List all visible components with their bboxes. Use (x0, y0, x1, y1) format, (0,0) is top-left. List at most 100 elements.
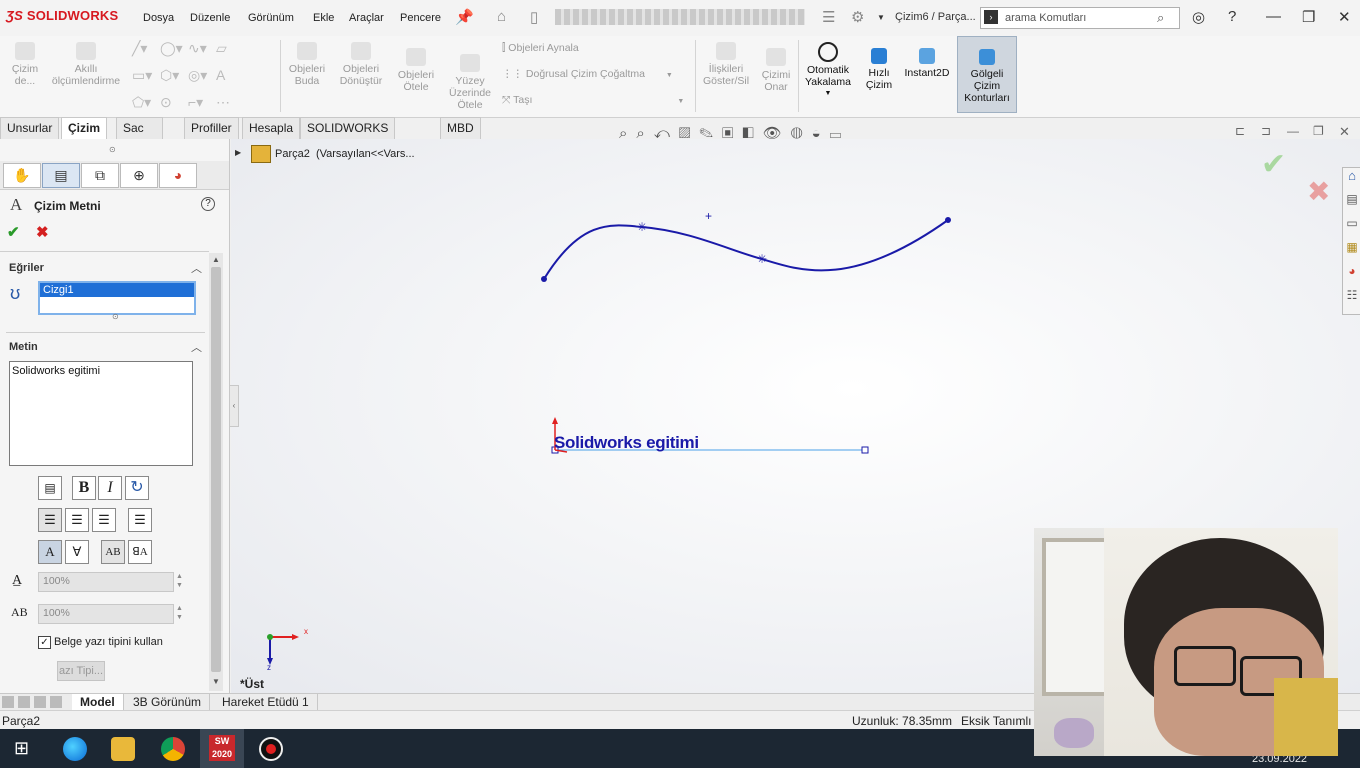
menu-araclar[interactable]: Araçlar (349, 12, 384, 24)
dimxpert-tab-icon[interactable]: ⊕ (120, 163, 158, 188)
offset-on-surface-button[interactable]: Yüzey Üzerinde Ötele (444, 54, 496, 111)
chevron-down-icon[interactable]: ▼ (677, 98, 684, 105)
viewport-close-icon[interactable]: ✕ (1339, 124, 1350, 140)
width-spinner-icon[interactable]: ▲ ▼ (176, 572, 183, 590)
spline-point-marker[interactable]: ✳ (757, 252, 767, 266)
flip-horizontal-reverse-icon[interactable]: ꓭA (128, 540, 152, 564)
viewport-back-icon[interactable]: ⊏ (1235, 124, 1245, 138)
ellipse-icon[interactable]: ◎▾ (188, 67, 216, 84)
justify-icon[interactable]: ☰ (128, 508, 152, 532)
scrollbar-thumb[interactable] (211, 267, 221, 672)
spline-endpoint[interactable] (541, 276, 547, 282)
solidworks-taskbar-button[interactable]: SW 2020 (200, 729, 244, 768)
bold-icon[interactable]: B (72, 476, 96, 500)
collapse-chevron-icon[interactable]: ︿ (191, 339, 202, 355)
flip-horizontal-icon[interactable]: AB (101, 540, 125, 564)
home-icon[interactable]: ⌂ (497, 8, 506, 25)
line-icon[interactable]: ╱▾ (132, 40, 160, 57)
curves-section-header[interactable]: Eğriler (9, 262, 44, 274)
menu-dosya[interactable]: Dosya (143, 12, 174, 24)
menu-duzenle[interactable]: Düzenle (190, 12, 230, 24)
point-icon[interactable]: ⊙ (160, 94, 188, 111)
curves-selection-box[interactable]: Cizgi1 (38, 281, 196, 315)
display-relations-button[interactable]: İlişkileri Göster/Sil (700, 42, 752, 87)
spacing-value[interactable]: 100% (43, 607, 70, 619)
tab-motion-study[interactable]: Hareket Etüdü 1 (214, 694, 318, 710)
link-to-property-icon[interactable]: ▤ (38, 476, 62, 500)
panel-scrollbar[interactable]: ▲ ▼ (209, 253, 223, 691)
shaded-sketch-contours-button[interactable]: Gölgeli Çizim Konturları (957, 36, 1017, 113)
viewport-restore-icon[interactable]: ❐ (1313, 124, 1324, 138)
chevron-down-icon[interactable]: ▼ (666, 72, 673, 79)
circle-icon[interactable]: ◯▾ (160, 40, 188, 57)
search-input[interactable]: arama Komutları (1005, 12, 1086, 24)
collapse-chevron-icon[interactable]: ︿ (191, 260, 202, 276)
record-icon[interactable] (259, 737, 283, 761)
mirror-entities-button[interactable]: ⫿ Objeleri Aynala (502, 42, 692, 68)
resize-handle-icon[interactable]: ⊙ (112, 312, 119, 321)
restore-icon[interactable]: ❐ (1302, 8, 1315, 26)
spline-point-marker[interactable]: ✳ (637, 220, 647, 234)
viewport-forward-icon[interactable]: ⊐ (1261, 124, 1271, 138)
use-doc-font-checkbox[interactable]: ✓ (38, 636, 51, 649)
edge-browser-icon[interactable] (63, 737, 87, 761)
quick-snaps-button[interactable]: Otomatik Yakalama ▼ (801, 42, 855, 100)
splitter-handle-icon[interactable]: ⊙ (109, 145, 116, 154)
width-factor-field[interactable]: 100% (38, 572, 174, 592)
tab-eklentiler[interactable]: SOLIDWORKS Eklentileri (300, 117, 396, 156)
spacing-field[interactable]: 100% (38, 604, 174, 624)
tab-unsurlar[interactable]: Unsurlar (0, 117, 60, 139)
tab-sac-levha[interactable]: Sac Levha (116, 117, 163, 156)
chevron-down-icon[interactable]: ▼ (801, 88, 855, 100)
minimize-icon[interactable]: — (1266, 8, 1281, 25)
search-icon[interactable]: ⌕ (1157, 10, 1164, 26)
centerline-icon[interactable]: ⋯ (216, 94, 244, 111)
fillet-icon[interactable]: ⌐▾ (188, 94, 216, 111)
chevron-down-icon[interactable]: ▼ (877, 13, 885, 22)
tab-mbd[interactable]: MBD (440, 117, 481, 139)
move-entities-button[interactable]: ⤧ Taşı ▼ (502, 94, 692, 116)
flip-vertical-down-icon[interactable]: ∀ (65, 540, 89, 564)
tab-scroll-arrows-icon[interactable] (2, 696, 64, 708)
convert-entities-button[interactable]: Objeleri Dönüştür (334, 42, 388, 87)
status-constraint[interactable]: Eksik Tanımlı (961, 714, 1031, 728)
tab-3d-view[interactable]: 3B Görünüm (125, 694, 211, 710)
windows-start-icon[interactable]: ⊞ (14, 738, 34, 758)
italic-icon[interactable]: I (98, 476, 122, 500)
feature-manager-tab-icon[interactable]: ✋ (3, 163, 41, 188)
tab-hesapla[interactable]: Hesapla (242, 117, 301, 139)
gear-icon[interactable]: ⚙ (851, 8, 864, 26)
plane-icon[interactable]: ▱ (216, 40, 244, 57)
sketch-button[interactable]: Çizim de... (4, 42, 46, 87)
flip-vertical-icon[interactable]: A (38, 540, 62, 564)
smart-dimension-button[interactable]: Akıllı ölçümlendirme (46, 42, 126, 87)
help-icon[interactable]: ? (1228, 8, 1236, 25)
spline-curve[interactable] (543, 219, 949, 280)
polygon-icon[interactable]: ⬠▾ (132, 94, 160, 111)
sketch-text-preview[interactable]: Solidworks egitimi (554, 433, 699, 453)
rapid-sketch-button[interactable]: Hızlı Çizim (860, 48, 898, 91)
tab-model[interactable]: Model (72, 694, 124, 710)
text-input-value[interactable]: Solidworks egitimi (10, 362, 192, 380)
text-section-header[interactable]: Metin (9, 341, 38, 353)
sketch-entity-tools[interactable]: ╱▾ ◯▾ ∿▾ ▱ ▭▾ ⬡▾ ◎▾ A ⬠▾ ⊙ ⌐▾ ⋯ (132, 40, 277, 112)
solidworks-logo[interactable]: ƷS SOLIDWORKS (6, 8, 118, 23)
user-icon[interactable]: ◎ (1192, 8, 1205, 26)
cancel-x-icon[interactable]: ✖ (36, 223, 49, 241)
close-icon[interactable]: ✕ (1338, 8, 1351, 26)
scroll-up-icon[interactable]: ▲ (212, 255, 220, 264)
text-input-area[interactable]: Solidworks egitimi (9, 361, 193, 466)
search-box[interactable]: › arama Komutları ⌕ (980, 7, 1180, 29)
viewport-minimize-icon[interactable]: — (1287, 124, 1299, 138)
help-icon[interactable]: ? (201, 197, 215, 211)
file-explorer-icon[interactable] (111, 737, 135, 761)
trim-entities-button[interactable]: Objeleri Buda (284, 42, 330, 87)
text-icon[interactable]: A (216, 67, 244, 84)
chrome-browser-icon[interactable] (161, 737, 185, 761)
property-manager-tab-icon[interactable]: ▤ (42, 163, 80, 188)
font-button[interactable]: azı Tipi... (57, 661, 105, 681)
rectangle-icon[interactable]: ▭▾ (132, 67, 160, 84)
tab-cizim[interactable]: Çizim (61, 117, 108, 139)
quick-access-toolbar[interactable] (555, 9, 805, 25)
linear-pattern-button[interactable]: ⋮⋮ Doğrusal Çizim Çoğaltma ▼ (502, 68, 692, 94)
